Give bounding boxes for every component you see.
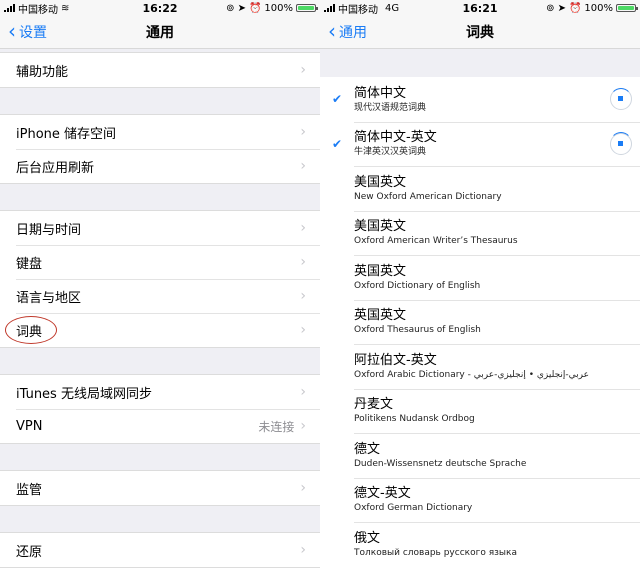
highlight-circle — [5, 316, 57, 344]
chevron-right-icon: › — [300, 384, 306, 400]
dictionary-row[interactable]: 俄文 Толковый словарь русского языка — [320, 522, 640, 567]
back-button[interactable]: ‹ 设置 — [8, 16, 47, 48]
chevron-right-icon: › — [300, 62, 306, 78]
row-language-region[interactable]: 语言与地区 › — [0, 279, 320, 313]
dictionary-title: Oxford Arabic Dictionary - عربي-إنجليزي … — [354, 369, 589, 380]
dictionary-row[interactable]: 德文 Duden-Wissensnetz deutsche Sprache — [320, 433, 640, 478]
dictionary-language: 俄文 — [354, 530, 381, 546]
dictionary-title: 牛津英汉汉英词典 — [354, 147, 427, 158]
dictionary-title: Oxford German Dictionary — [354, 503, 473, 514]
dictionary-row[interactable]: ✔ 简体中文-英文 牛津英汉汉英词典 — [320, 121, 640, 167]
row-dictionary[interactable]: 词典 › — [0, 313, 320, 347]
dictionary-title: 现代汉语规范词典 — [354, 102, 427, 113]
dictionary-language: 简体中文 — [354, 85, 407, 101]
dictionary-row[interactable]: 美国英文 New Oxford American Dictionary — [320, 166, 640, 211]
chevron-right-icon: › — [300, 418, 306, 434]
dictionary-language: 阿拉伯文-英文 — [354, 352, 437, 368]
row-keyboard[interactable]: 键盘 › — [0, 245, 320, 279]
row-background-refresh[interactable]: 后台应用刷新 › — [0, 149, 320, 183]
dictionary-language: 美国英文 — [354, 219, 407, 235]
page-title: 通用 — [146, 25, 174, 41]
status-bar: 中国移动 4G 16:21 ⊚ ➤ ⏰ 100% — [320, 0, 640, 16]
page-title: 词典 — [466, 25, 494, 41]
dictionary-row[interactable]: 德文-英文 Oxford German Dictionary — [320, 477, 640, 523]
chevron-right-icon: › — [300, 254, 306, 270]
dictionary-title: Oxford Thesaurus of English — [354, 325, 481, 336]
dictionary-title: Politikens Nudansk Ordbog — [354, 414, 475, 425]
status-time: 16:21 — [462, 1, 498, 15]
dictionary-row[interactable]: ✔ 简体中文 现代汉语规范词典 — [320, 77, 640, 122]
settings-group: iTunes 无线局域网同步 › VPN 未连接 › — [0, 374, 320, 444]
dictionary-list: ✔ 简体中文 现代汉语规范词典 ✔ 简体中文-英文 牛津英汉汉英词典 美国英文 New Oxf… — [320, 77, 640, 567]
row-accessibility[interactable]: 辅助功能 › — [0, 53, 320, 87]
download-progress-icon[interactable] — [609, 132, 632, 155]
vpn-status: 未连接 — [258, 419, 295, 434]
dictionary-title: New Oxford American Dictionary — [354, 191, 502, 202]
chevron-right-icon: › — [300, 124, 306, 140]
row-iphone-storage[interactable]: iPhone 储存空间 › — [0, 115, 320, 149]
back-button[interactable]: ‹ 通用 — [328, 16, 367, 48]
general-settings-screen: 中国移动 ≋ 16:22 ⊚ ➤ ⏰ 100% ‹ 设置 通用 辅助功能 › i… — [0, 0, 320, 568]
row-itunes-wifi-sync[interactable]: iTunes 无线局域网同步 › — [0, 375, 320, 409]
nav-bar: ‹ 通用 词典 — [320, 16, 640, 49]
dictionary-title: Толковый словарь русского языка — [354, 547, 517, 558]
dictionary-title: Duden-Wissensnetz deutsche Sprache — [354, 458, 527, 469]
settings-group: 日期与时间 › 键盘 › 语言与地区 › 词典 › — [0, 210, 320, 348]
dictionary-language: 德文 — [354, 441, 381, 457]
chevron-left-icon: ‹ — [328, 19, 336, 43]
dictionary-title: Oxford American Writer’s Thesaurus — [354, 236, 518, 247]
settings-group: 还原 › — [0, 532, 320, 568]
settings-group: 监管 › — [0, 470, 320, 506]
settings-group: 辅助功能 › — [0, 52, 320, 88]
checkmark-icon: ✔ — [331, 136, 343, 151]
back-label: 通用 — [339, 25, 367, 41]
dictionary-screen: 中国移动 4G 16:21 ⊚ ➤ ⏰ 100% ‹ 通用 词典 ✔ 简体中文 现代… — [320, 0, 640, 568]
dictionary-language: 英国英文 — [354, 308, 407, 324]
chevron-right-icon: › — [300, 288, 306, 304]
row-date-time[interactable]: 日期与时间 › — [0, 211, 320, 245]
dictionary-row[interactable]: 英国英文 Oxford Dictionary of English — [320, 255, 640, 300]
nav-bar: ‹ 设置 通用 — [0, 16, 320, 49]
download-progress-icon[interactable] — [609, 87, 632, 111]
dictionary-title: Oxford Dictionary of English — [354, 280, 481, 291]
row-vpn[interactable]: VPN 未连接 › — [0, 409, 320, 443]
checkmark-icon: ✔ — [331, 92, 343, 107]
dictionary-language: 丹麦文 — [354, 397, 394, 413]
battery-icon — [616, 4, 638, 12]
row-reset[interactable]: 还原 › — [0, 533, 320, 567]
dictionary-row[interactable]: 丹麦文 Politikens Nudansk Ordbog — [320, 388, 640, 434]
dictionary-row[interactable]: 阿拉伯文-英文 Oxford Arabic Dictionary - عربي-إ… — [320, 344, 640, 389]
row-supervision[interactable]: 监管 › — [0, 471, 320, 505]
chevron-right-icon: › — [300, 480, 306, 496]
dictionary-language: 德文-英文 — [354, 486, 411, 502]
dictionary-language: 简体中文-英文 — [354, 130, 437, 146]
status-bar: 中国移动 ≋ 16:22 ⊚ ➤ ⏰ 100% — [0, 0, 320, 16]
chevron-left-icon: ‹ — [8, 19, 16, 43]
chevron-right-icon: › — [300, 220, 306, 236]
dictionary-language: 美国英文 — [354, 174, 407, 190]
chevron-right-icon: › — [300, 322, 306, 338]
chevron-right-icon: › — [300, 158, 306, 174]
dictionary-row[interactable]: 英国英文 Oxford Thesaurus of English — [320, 299, 640, 345]
chevron-right-icon: › — [300, 542, 306, 558]
settings-group: iPhone 储存空间 › 后台应用刷新 › — [0, 114, 320, 184]
dictionary-language: 英国英文 — [354, 263, 407, 279]
battery-icon — [296, 4, 318, 12]
back-label: 设置 — [19, 25, 47, 41]
status-time: 16:22 — [142, 1, 178, 15]
dictionary-row[interactable]: 美国英文 Oxford American Writer’s Thesaurus — [320, 210, 640, 256]
